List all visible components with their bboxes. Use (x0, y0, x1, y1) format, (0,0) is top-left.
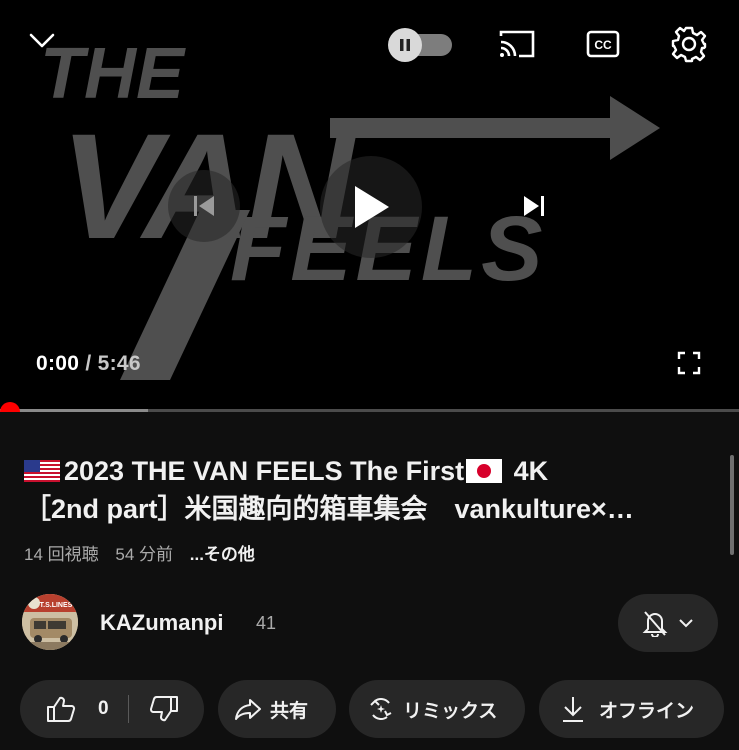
remix-label: リミックス (403, 700, 498, 722)
us-flag-icon (24, 460, 60, 482)
view-count: 14 回視聴 (24, 545, 99, 564)
avatar[interactable]: T.S.LINES (22, 594, 78, 650)
skip-next-icon (524, 196, 544, 216)
action-bar: 0 共有 リミックス オフライン (20, 680, 739, 738)
share-button[interactable]: 共有 (218, 680, 336, 738)
upload-age: 54 分前 (115, 545, 174, 564)
chevron-down-icon (679, 619, 693, 628)
autoplay-toggle[interactable] (388, 28, 454, 62)
channel-name[interactable]: KAZumanpi (100, 610, 223, 636)
japan-flag-icon (466, 459, 503, 483)
play-icon (355, 186, 389, 228)
time-display: 0:00 / 5:46 (36, 352, 141, 376)
share-icon (235, 699, 261, 720)
like-button[interactable]: 0 (20, 695, 128, 723)
cast-button[interactable] (496, 26, 538, 62)
like-dislike-group: 0 (20, 680, 204, 738)
play-button[interactable] (320, 156, 422, 258)
title-line-1: 2023 THE VAN FEELS The First 4K (24, 452, 724, 490)
remix-button[interactable]: リミックス (349, 680, 525, 738)
svg-text:CC: CC (594, 38, 612, 52)
time-separator: / (85, 352, 92, 375)
subscriber-count: 41 (256, 613, 277, 633)
fullscreen-icon (677, 351, 701, 375)
remix-icon (370, 698, 392, 720)
pause-icon (400, 39, 410, 51)
title-text-1-suffix: 4K (513, 456, 549, 486)
settings-button[interactable] (668, 24, 710, 64)
autoplay-knob (388, 28, 422, 62)
bell-off-icon (642, 611, 668, 637)
scrollbar[interactable] (730, 455, 734, 555)
chevron-down-icon (29, 33, 55, 48)
svg-text:T.S.LINES: T.S.LINES (40, 602, 73, 609)
offline-label: オフライン (599, 700, 695, 722)
channel-row: T.S.LINES KAZumanpi 41 (22, 594, 722, 654)
captions-button[interactable]: CC (583, 26, 623, 62)
current-time: 0:00 (36, 352, 80, 375)
duration: 5:46 (97, 352, 141, 375)
like-count: 0 (98, 698, 109, 719)
video-player[interactable]: THE VAN FEELS CC (0, 0, 739, 412)
collapse-button[interactable] (24, 26, 60, 56)
offline-download-button[interactable]: オフライン (539, 680, 724, 738)
cc-icon: CC (586, 30, 620, 58)
previous-button[interactable] (168, 170, 240, 242)
thumbs-up-icon (47, 696, 76, 722)
gear-icon (671, 26, 707, 63)
title-line-2: ［2nd part］米国趣向的箱車集会 vankulture×… (24, 494, 634, 524)
more-link[interactable]: ...その他 (190, 545, 255, 564)
fullscreen-button[interactable] (674, 348, 704, 378)
next-button[interactable] (498, 170, 570, 242)
share-label: 共有 (270, 700, 309, 722)
skip-previous-icon (194, 196, 214, 216)
channel-avatar-image: T.S.LINES (22, 594, 78, 650)
video-title[interactable]: 2023 THE VAN FEELS The First 4K ［2nd par… (24, 452, 724, 528)
cast-icon (499, 30, 535, 58)
notification-settings-button[interactable] (618, 594, 718, 652)
thumbs-down-icon (149, 696, 178, 722)
title-text-1: 2023 THE VAN FEELS The First (64, 456, 465, 486)
download-icon (563, 697, 583, 722)
video-meta[interactable]: 14 回視聴 54 分前 ...その他 (24, 540, 267, 565)
dislike-button[interactable] (129, 695, 179, 723)
